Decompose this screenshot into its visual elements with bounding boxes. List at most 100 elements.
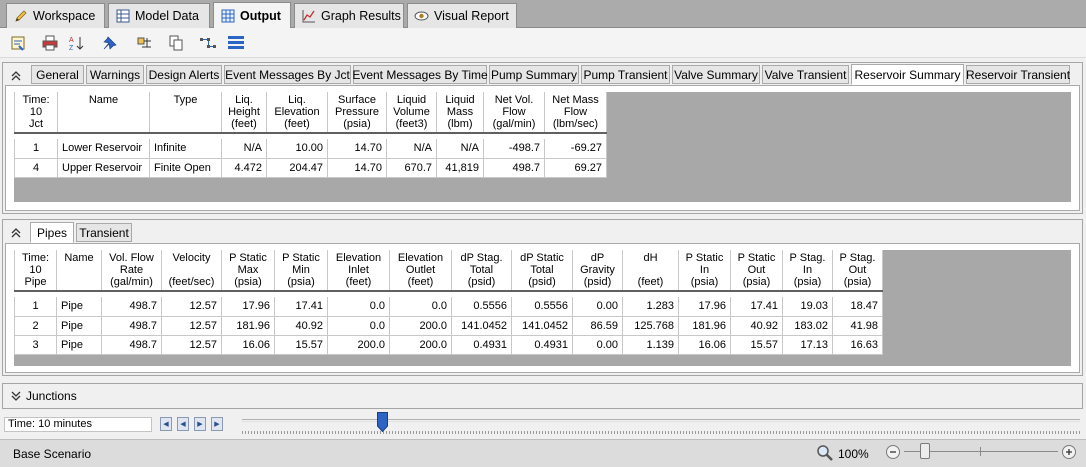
table-cell[interactable]: -498.7 <box>483 139 545 159</box>
col-dp-static-total[interactable]: dP Static Total (psid) <box>511 250 573 292</box>
table-cell[interactable]: Pipe <box>56 297 102 317</box>
tab-pump-transient[interactable]: Pump Transient <box>581 65 670 84</box>
table-cell[interactable]: 200.0 <box>327 335 390 355</box>
col-elevation-outlet[interactable]: Elevation Outlet (feet) <box>389 250 452 292</box>
tab-output[interactable]: Output <box>213 2 291 29</box>
col-liquid-mass[interactable]: Liquid Mass (lbm) <box>436 92 484 134</box>
table-cell[interactable]: Lower Reservoir <box>57 139 150 159</box>
next-frame-button[interactable]: ▶ <box>194 417 206 431</box>
table-cell[interactable]: 1 <box>14 139 58 159</box>
table-cell[interactable]: 12.57 <box>161 335 222 355</box>
table-row[interactable]: 4 Upper Reservoir Finite Open 4.472 204.47 14… <box>14 158 607 178</box>
col-p-stag-out[interactable]: P Stag. Out (psia) <box>832 250 883 292</box>
col-name[interactable]: Name <box>56 250 102 292</box>
table-cell[interactable]: 12.57 <box>161 297 222 317</box>
tab-reservoir-transient[interactable]: Reservoir Transient <box>966 65 1070 84</box>
table-cell[interactable]: 0.00 <box>572 335 623 355</box>
table-cell[interactable]: 141.0452 <box>511 316 573 336</box>
table-cell[interactable]: 17.96 <box>678 297 731 317</box>
table-cell[interactable]: 498.7 <box>101 297 162 317</box>
table-cell[interactable]: 200.0 <box>389 316 452 336</box>
col-surface-pressure[interactable]: Surface Pressure (psia) <box>327 92 387 134</box>
table-cell[interactable]: Finite Open <box>149 158 222 178</box>
tab-event-messages-by-time[interactable]: Event Messages By Time <box>352 65 488 84</box>
expand-down-icon[interactable] <box>7 387 25 405</box>
time-slider-thumb[interactable] <box>377 412 388 433</box>
table-cell[interactable]: 17.96 <box>221 297 275 317</box>
table-cell[interactable]: 19.03 <box>782 297 833 317</box>
table-cell[interactable]: 0.0 <box>327 297 390 317</box>
table-cell[interactable]: 12.57 <box>161 316 222 336</box>
table-cell[interactable]: 10.00 <box>266 139 328 159</box>
col-dp-gravity[interactable]: dP Gravity (psid) <box>572 250 623 292</box>
output-control-icon[interactable] <box>8 33 28 53</box>
table-cell[interactable]: 181.96 <box>221 316 275 336</box>
table-cell[interactable]: 141.0452 <box>451 316 512 336</box>
col-liq-elevation[interactable]: Liq. Elevation (feet) <box>266 92 328 134</box>
tab-model-data[interactable]: Model Data <box>108 3 210 28</box>
table-cell[interactable]: 17.41 <box>274 297 328 317</box>
col-time-pipe[interactable]: Time: 10 Pipe <box>14 250 57 292</box>
prev-frame-button[interactable]: ◀ <box>177 417 189 431</box>
table-cell[interactable]: 1.139 <box>622 335 679 355</box>
table-cell[interactable]: Pipe <box>56 335 102 355</box>
list-icon[interactable] <box>226 33 246 53</box>
col-p-static-in[interactable]: P Static In (psia) <box>678 250 731 292</box>
table-cell[interactable]: 0.4931 <box>451 335 512 355</box>
table-row[interactable]: 3 Pipe 498.7 12.57 16.06 15.57 200.0 200.0 0.493… <box>14 335 883 355</box>
col-p-static-min[interactable]: P Static Min (psia) <box>274 250 328 292</box>
col-net-mass-flow[interactable]: Net Mass Flow (lbm/sec) <box>544 92 607 134</box>
junctions-panel[interactable]: Junctions <box>2 383 1083 409</box>
copy-icon[interactable] <box>166 33 186 53</box>
table-cell[interactable]: 2 <box>14 316 57 336</box>
tab-design-alerts[interactable]: Design Alerts <box>146 65 222 84</box>
table-cell[interactable]: 0.5556 <box>451 297 512 317</box>
table-cell[interactable]: 0.0 <box>327 316 390 336</box>
table-cell[interactable]: 15.57 <box>730 335 783 355</box>
table-cell[interactable]: 41.98 <box>832 316 883 336</box>
col-name[interactable]: Name <box>57 92 150 134</box>
table-cell[interactable]: 17.41 <box>730 297 783 317</box>
table-cell[interactable]: 41,819 <box>436 158 484 178</box>
last-frame-button[interactable]: ▶ <box>211 417 223 431</box>
table-cell[interactable]: N/A <box>386 139 437 159</box>
table-cell[interactable]: 181.96 <box>678 316 731 336</box>
table-cell[interactable]: 200.0 <box>389 335 452 355</box>
table-cell[interactable]: 1 <box>14 297 57 317</box>
table-cell[interactable]: 14.70 <box>327 158 387 178</box>
table-cell[interactable]: Upper Reservoir <box>57 158 150 178</box>
table-cell[interactable]: 16.63 <box>832 335 883 355</box>
table-cell[interactable]: -69.27 <box>544 139 607 159</box>
tab-graph-results[interactable]: Graph Results <box>294 3 404 28</box>
tab-pipes[interactable]: Pipes <box>30 222 74 243</box>
table-cell[interactable]: 86.59 <box>572 316 623 336</box>
col-p-static-max[interactable]: P Static Max (psia) <box>221 250 275 292</box>
table-cell[interactable]: 16.06 <box>678 335 731 355</box>
tab-transient[interactable]: Transient <box>76 223 132 242</box>
table-cell[interactable]: 183.02 <box>782 316 833 336</box>
table-cell[interactable]: 3 <box>14 335 57 355</box>
sort-icon[interactable]: AZ <box>66 33 86 53</box>
table-cell[interactable]: 0.0 <box>389 297 452 317</box>
col-dh[interactable]: dH (feet) <box>622 250 679 292</box>
tab-valve-summary[interactable]: Valve Summary <box>672 65 760 84</box>
table-cell[interactable]: 0.5556 <box>511 297 573 317</box>
collapse-up-icon[interactable] <box>7 67 25 85</box>
collapse-up-icon[interactable] <box>7 224 25 242</box>
table-cell[interactable]: 1.283 <box>622 297 679 317</box>
highlight-icon[interactable] <box>134 33 154 53</box>
table-cell[interactable]: 0.00 <box>572 297 623 317</box>
table-cell[interactable]: 0.4931 <box>511 335 573 355</box>
table-row[interactable]: 2 Pipe 498.7 12.57 181.96 40.92 0.0 200.0 141.04… <box>14 316 883 336</box>
pin-icon[interactable] <box>100 33 120 53</box>
tab-warnings[interactable]: Warnings <box>86 65 144 84</box>
col-liq-height[interactable]: Liq. Height (feet) <box>221 92 267 134</box>
table-cell[interactable]: 498.7 <box>101 335 162 355</box>
tab-general[interactable]: General <box>31 65 84 84</box>
zoom-slider-thumb[interactable] <box>920 443 930 459</box>
tab-pump-summary[interactable]: Pump Summary <box>489 65 579 84</box>
table-cell[interactable]: 4.472 <box>221 158 267 178</box>
table-cell[interactable]: 498.7 <box>483 158 545 178</box>
table-cell[interactable]: 40.92 <box>730 316 783 336</box>
transfer-icon[interactable] <box>198 33 218 53</box>
